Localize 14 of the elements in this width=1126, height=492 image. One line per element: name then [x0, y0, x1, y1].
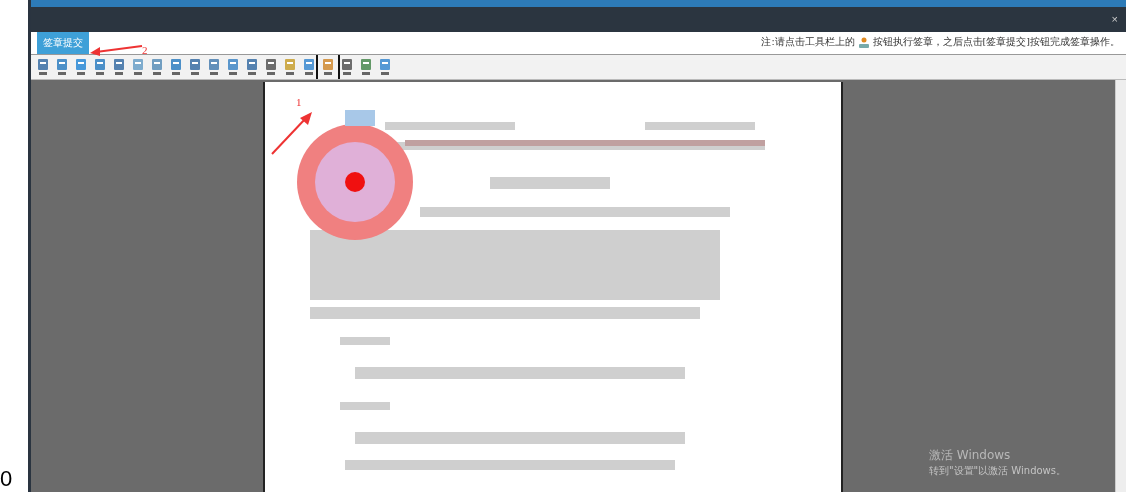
scrollbar[interactable]: [1115, 80, 1126, 492]
stamp-icon: [857, 36, 870, 49]
annotation-label: 1: [296, 96, 302, 108]
toolbar-icon[interactable]: [339, 57, 355, 78]
annotation-arrow: [88, 42, 144, 56]
note-text: 按钮执行签章，之后点击[签章提交]按钮完成签章操作。: [872, 36, 1120, 50]
annotation-arrow: [270, 110, 314, 156]
activation-watermark-subtitle: 转到"设置"以激活 Windows。: [928, 464, 1066, 478]
close-button[interactable]: ×: [1109, 13, 1120, 26]
toolbar-icon[interactable]: [301, 57, 317, 78]
note-text: 注:请点击工具栏上的: [761, 36, 855, 50]
annotation-label: 2: [142, 44, 148, 56]
corner-text: 0: [0, 466, 14, 492]
activation-watermark-title: 激活 Windows: [928, 447, 1012, 464]
